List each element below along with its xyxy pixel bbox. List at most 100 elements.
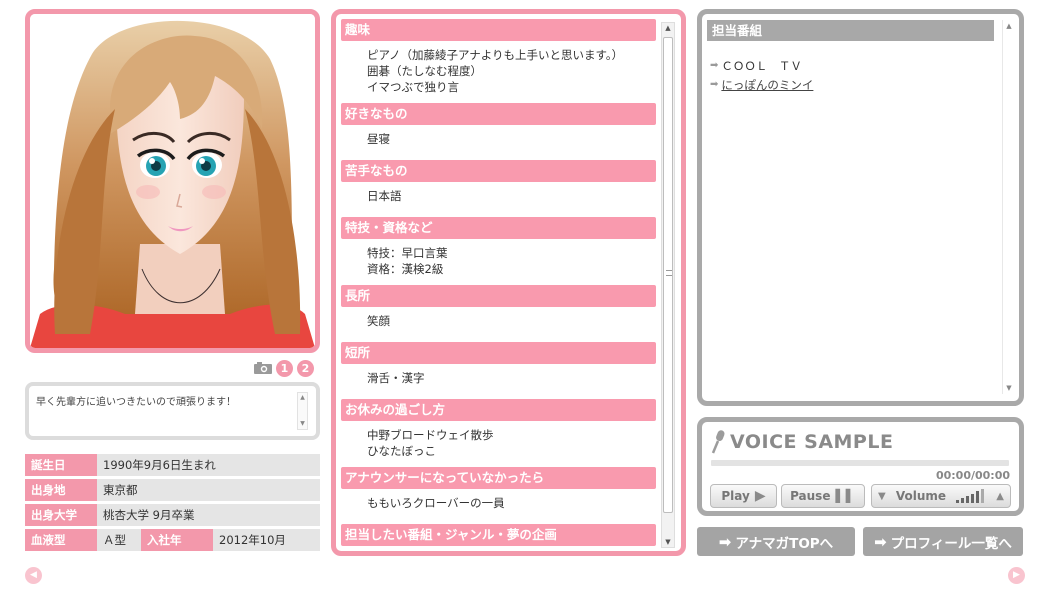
hometown-label: 出身地 [25, 479, 97, 501]
arrow-right-icon: ➡ [710, 60, 719, 71]
program-scrollbar[interactable]: ▲ ▼ [1002, 20, 1014, 394]
section-heading: 特技・資格など [341, 217, 656, 239]
program-label[interactable]: にっぽんのミンイ [721, 77, 813, 93]
camera-icon [254, 362, 272, 374]
join-year-label: 入社年 [141, 529, 213, 551]
program-panel: 担当番組 ➡ ＣＯＯＬ ＴＶ ➡ にっぽんのミンイ ▲ ▼ [697, 9, 1024, 406]
voice-time: 00:00/00:00 [935, 469, 1010, 482]
arrow-right-icon: ➡ [710, 79, 719, 90]
section-body [341, 546, 656, 551]
scroll-thumb[interactable] [663, 37, 673, 513]
section-line: 特技：早口言葉 [367, 246, 448, 260]
birthday-label: 誕生日 [25, 454, 97, 476]
anamaga-top-label: アナマガTOPへ [735, 535, 834, 552]
section-heading: 担当したい番組・ジャンル・夢の企画 [341, 524, 656, 546]
portrait-illustration [30, 14, 315, 348]
program-label: ＣＯＯＬ ＴＶ [721, 58, 802, 73]
voice-title-label: VOICE SAMPLE [730, 431, 894, 453]
section-line: ピアノ（加藤綾子アナよりも上手いと思います。） [367, 48, 624, 62]
section-line: 囲碁（たしなむ程度） [367, 64, 482, 78]
blood-type-value: Ａ型 [97, 529, 141, 551]
profile-list-button[interactable]: ➡ プロフィール一覧へ [863, 527, 1023, 556]
birthday-value: 1990年9月6日生まれ [97, 454, 320, 476]
section-body: 滑舌・漢字 [341, 364, 656, 399]
scroll-up-icon[interactable]: ▲ [1003, 22, 1015, 30]
play-icon: ▶ [754, 488, 766, 504]
hometown-value: 東京都 [97, 479, 320, 501]
voice-progress-bar[interactable] [711, 460, 1009, 466]
program-item[interactable]: ➡ にっぽんのミンイ [710, 75, 813, 94]
section-heading: 短所 [341, 342, 656, 364]
pause-button[interactable]: Pause ▌▌ [781, 484, 865, 508]
next-arrow-icon[interactable]: ▶ [1008, 567, 1025, 584]
section-body: 特技：早口言葉 資格：漢検2級 [341, 239, 656, 285]
photo-switcher: 1 2 [254, 359, 314, 377]
scroll-up-icon[interactable]: ▲ [298, 394, 307, 402]
section-body: ももいろクローバーの一員 [341, 489, 656, 524]
prev-arrow-icon[interactable]: ◀ [25, 567, 42, 584]
voice-title: VOICE SAMPLE [710, 429, 893, 455]
comment-box[interactable]: 早く先輩方に追いつきたいので頑張ります！ ▲ ▼ [25, 382, 320, 440]
pause-label: Pause [790, 489, 831, 503]
section-line: 日本語 [367, 189, 402, 203]
section-line: 昼寝 [367, 132, 390, 146]
program-item: ➡ ＣＯＯＬ ＴＶ [710, 56, 813, 75]
section-line: 笑顔 [367, 314, 390, 328]
arrow-right-icon: ➡ [874, 532, 887, 551]
section-body: 昼寝 [341, 125, 656, 160]
info-row-blood-join: 血液型 Ａ型 入社年 2012年10月 [25, 529, 320, 551]
section-body: ピアノ（加藤綾子アナよりも上手いと思います。） 囲碁（たしなむ程度） イマつぶで独り… [341, 41, 656, 103]
volume-control[interactable]: ▼ Volume ▲ [871, 484, 1011, 508]
section-body: 笑顔 [341, 307, 656, 342]
play-label: Play [721, 489, 750, 503]
profile-list-label: プロフィール一覧へ [890, 535, 1012, 552]
info-row-birthday: 誕生日 1990年9月6日生まれ [25, 454, 320, 476]
section-body: 中野ブロードウェイ散歩 ひなたぼっこ [341, 421, 656, 467]
scroll-up-icon[interactable]: ▲ [662, 24, 674, 32]
section-heading: 長所 [341, 285, 656, 307]
arrow-right-icon: ➡ [718, 532, 732, 551]
info-row-hometown: 出身地 東京都 [25, 479, 320, 501]
volume-up-icon[interactable]: ▲ [996, 491, 1004, 502]
section-line: ももいろクローバーの一員 [367, 496, 505, 510]
program-list: ➡ ＣＯＯＬ ＴＶ ➡ にっぽんのミンイ [710, 56, 813, 94]
section-heading: 好きなもの [341, 103, 656, 125]
section-heading: お休みの過ごし方 [341, 399, 656, 421]
photo-2-button[interactable]: 2 [297, 359, 314, 377]
profile-scrollbar[interactable]: ▲ ▼ [661, 22, 675, 548]
university-label: 出身大学 [25, 504, 97, 526]
section-heading: アナウンサーになっていなかったら [341, 467, 656, 489]
profile-sections: 趣味ピアノ（加藤綾子アナよりも上手いと思います。） 囲碁（たしなむ程度） イマつぶで… [341, 19, 656, 551]
university-value: 桃杏大学 9月卒業 [97, 504, 320, 526]
section-line: ひなたぼっこ [367, 444, 436, 458]
blood-type-label: 血液型 [25, 529, 97, 551]
scroll-down-icon[interactable]: ▼ [662, 538, 674, 546]
section-body: 日本語 [341, 182, 656, 217]
section-line: 中野ブロードウェイ散歩 [367, 428, 494, 442]
section-heading: 苦手なもの [341, 160, 656, 182]
volume-down-icon[interactable]: ▼ [878, 491, 886, 502]
section-heading: 趣味 [341, 19, 656, 41]
volume-label: Volume [895, 489, 947, 503]
comment-text: 早く先輩方に追いつきたいので頑張ります！ [36, 397, 236, 408]
comment-scrollbar[interactable]: ▲ ▼ [297, 392, 308, 430]
photo-1-button[interactable]: 1 [276, 359, 293, 377]
profile-photo [25, 9, 320, 353]
info-table: 誕生日 1990年9月6日生まれ 出身地 東京都 出身大学 桃杏大学 9月卒業 … [25, 451, 320, 554]
section-line: イマつぶで独り言 [367, 80, 459, 94]
profile-panel: 趣味ピアノ（加藤綾子アナよりも上手いと思います。） 囲碁（たしなむ程度） イマつぶで… [331, 9, 686, 556]
scroll-down-icon[interactable]: ▼ [298, 420, 307, 428]
join-year-value: 2012年10月 [213, 529, 320, 551]
section-line: 滑舌・漢字 [367, 371, 425, 385]
volume-level-icon [956, 489, 985, 503]
voice-sample-panel: VOICE SAMPLE 00:00/00:00 Play ▶ Pause ▌▌… [697, 417, 1024, 516]
scroll-down-icon[interactable]: ▼ [1003, 384, 1015, 392]
play-button[interactable]: Play ▶ [710, 484, 777, 508]
pause-icon: ▌▌ [835, 489, 856, 503]
grip-icon [666, 270, 672, 276]
section-line: 資格：漢検2級 [367, 262, 444, 276]
info-row-university: 出身大学 桃杏大学 9月卒業 [25, 504, 320, 526]
program-heading: 担当番組 [707, 20, 994, 41]
anamaga-top-button[interactable]: ➡ アナマガTOPへ [697, 527, 855, 556]
microphone-icon [711, 430, 725, 454]
